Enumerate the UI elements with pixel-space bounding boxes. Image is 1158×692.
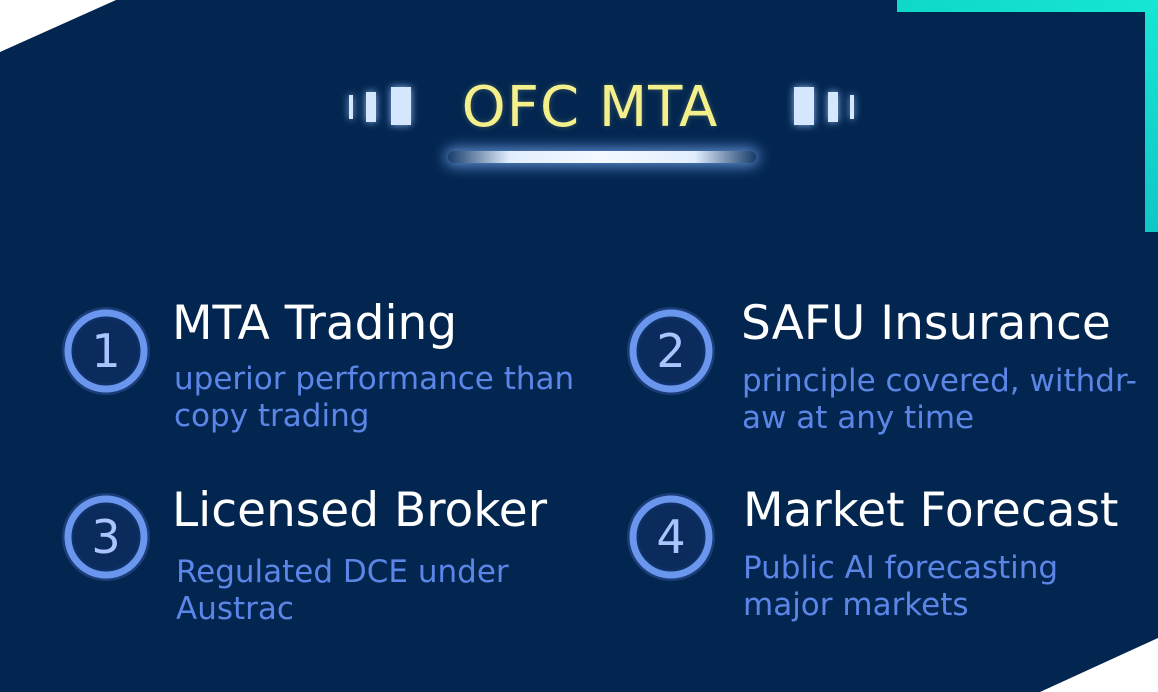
number-badge-4: 4 bbox=[625, 491, 717, 583]
number-1-icon: 1 bbox=[62, 307, 150, 395]
number-2-icon: 2 bbox=[627, 307, 715, 395]
feature-title-market-forecast: Market Forecast bbox=[743, 483, 1119, 538]
page-title: OFC MTA bbox=[461, 75, 719, 140]
feature-title-mta-trading: MTA Trading bbox=[172, 296, 458, 351]
feature-title-licensed-broker: Licensed Broker bbox=[172, 483, 548, 538]
svg-text:1: 1 bbox=[91, 324, 120, 378]
number-3-icon: 3 bbox=[62, 493, 150, 581]
svg-text:4: 4 bbox=[656, 510, 685, 564]
number-4-icon: 4 bbox=[627, 493, 715, 581]
feature-desc-market-forecast: Public AI forecasting major markets bbox=[743, 550, 1059, 623]
number-badge-3: 3 bbox=[60, 491, 152, 583]
teal-corner-accent-top bbox=[897, 0, 1158, 12]
feature-title-safu-insurance: SAFU Insurance bbox=[741, 296, 1111, 351]
title-glow-underline bbox=[448, 151, 756, 163]
page: OFC MTA 1 MTA Trading uperior performanc… bbox=[0, 0, 1158, 692]
feature-desc-mta-trading: uperior performance than copy trading bbox=[174, 361, 575, 434]
feature-desc-safu-insurance: principle covered, withdr- aw at any tim… bbox=[742, 363, 1137, 436]
number-badge-2: 2 bbox=[625, 305, 717, 397]
svg-text:3: 3 bbox=[91, 510, 120, 564]
teal-corner-accent-side bbox=[1145, 0, 1158, 232]
right-bars-decoration bbox=[794, 87, 856, 125]
number-badge-1: 1 bbox=[60, 305, 152, 397]
svg-text:2: 2 bbox=[656, 324, 685, 378]
feature-desc-licensed-broker: Regulated DCE under Austrac bbox=[176, 554, 509, 627]
